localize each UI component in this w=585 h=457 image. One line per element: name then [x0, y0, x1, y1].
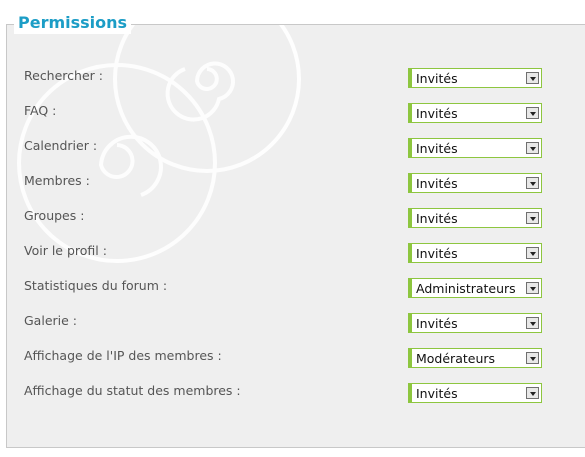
chevron-down-icon[interactable] [526, 317, 539, 329]
selected-value: Invités [416, 176, 458, 191]
permission-select-statistiques[interactable]: Administrateurs [408, 278, 542, 298]
chevron-down-icon[interactable] [526, 282, 539, 294]
chevron-down-icon[interactable] [526, 212, 539, 224]
permission-row-rechercher: Rechercher : Invités [24, 68, 544, 88]
permission-row-membres: Membres : Invités [24, 173, 544, 193]
permission-row-statut-membres: Affichage du statut des membres : Invité… [24, 383, 544, 403]
chevron-down-icon[interactable] [526, 387, 539, 399]
permission-row-groupes: Groupes : Invités [24, 208, 544, 228]
chevron-down-icon[interactable] [526, 72, 539, 84]
permission-select-membres[interactable]: Invités [408, 173, 542, 193]
permissions-panel: Rechercher : Invités FAQ : Invités Calen… [6, 24, 585, 448]
permission-select-statut-membres[interactable]: Invités [408, 383, 542, 403]
chevron-down-icon[interactable] [526, 107, 539, 119]
permission-row-voir-profil: Voir le profil : Invités [24, 243, 544, 263]
permission-row-statistiques: Statistiques du forum : Administrateurs [24, 278, 544, 298]
permission-select-calendrier[interactable]: Invités [408, 138, 542, 158]
chevron-down-icon[interactable] [526, 177, 539, 189]
permission-label: Galerie : [24, 313, 77, 328]
permission-label: Membres : [24, 173, 90, 188]
permission-select-ip-membres[interactable]: Modérateurs [408, 348, 542, 368]
selected-value: Invités [416, 211, 458, 226]
selected-value: Invités [416, 141, 458, 156]
permission-row-faq: FAQ : Invités [24, 103, 544, 123]
chevron-down-icon[interactable] [526, 352, 539, 364]
permission-label: Voir le profil : [24, 243, 107, 258]
permission-row-galerie: Galerie : Invités [24, 313, 544, 333]
chevron-down-icon[interactable] [526, 247, 539, 259]
section-title: Permissions [14, 12, 132, 34]
permission-row-calendrier: Calendrier : Invités [24, 138, 544, 158]
permission-row-ip-membres: Affichage de l'IP des membres : Modérate… [24, 348, 544, 368]
selected-value: Invités [416, 106, 458, 121]
permission-label: Statistiques du forum : [24, 278, 168, 293]
permission-label: FAQ : [24, 103, 57, 118]
permission-label: Calendrier : [24, 138, 98, 153]
selected-value: Invités [416, 386, 458, 401]
permission-select-faq[interactable]: Invités [408, 103, 542, 123]
permission-select-groupes[interactable]: Invités [408, 208, 542, 228]
permission-select-rechercher[interactable]: Invités [408, 68, 542, 88]
selected-value: Administrateurs [416, 281, 516, 296]
permission-label: Rechercher : [24, 68, 103, 83]
permission-select-voir-profil[interactable]: Invités [408, 243, 542, 263]
permission-select-galerie[interactable]: Invités [408, 313, 542, 333]
selected-value: Invités [416, 71, 458, 86]
permission-label: Affichage de l'IP des membres : [24, 348, 222, 363]
permission-label: Affichage du statut des membres : [24, 383, 241, 398]
selected-value: Modérateurs [416, 351, 496, 366]
chevron-down-icon[interactable] [526, 142, 539, 154]
permission-label: Groupes : [24, 208, 85, 223]
selected-value: Invités [416, 316, 458, 331]
selected-value: Invités [416, 246, 458, 261]
